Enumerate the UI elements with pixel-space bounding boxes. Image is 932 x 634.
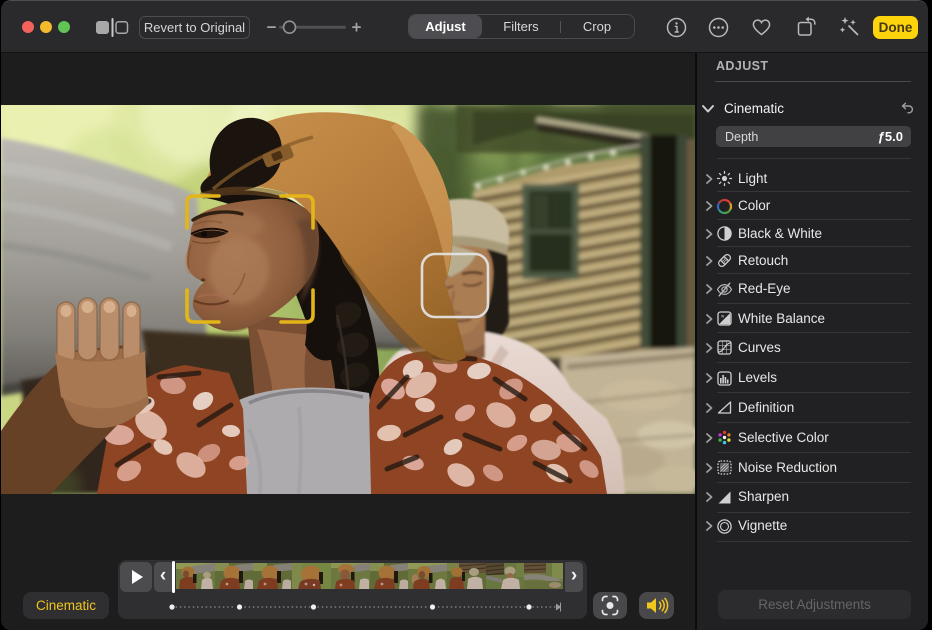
svg-text:w: w [721,314,725,319]
